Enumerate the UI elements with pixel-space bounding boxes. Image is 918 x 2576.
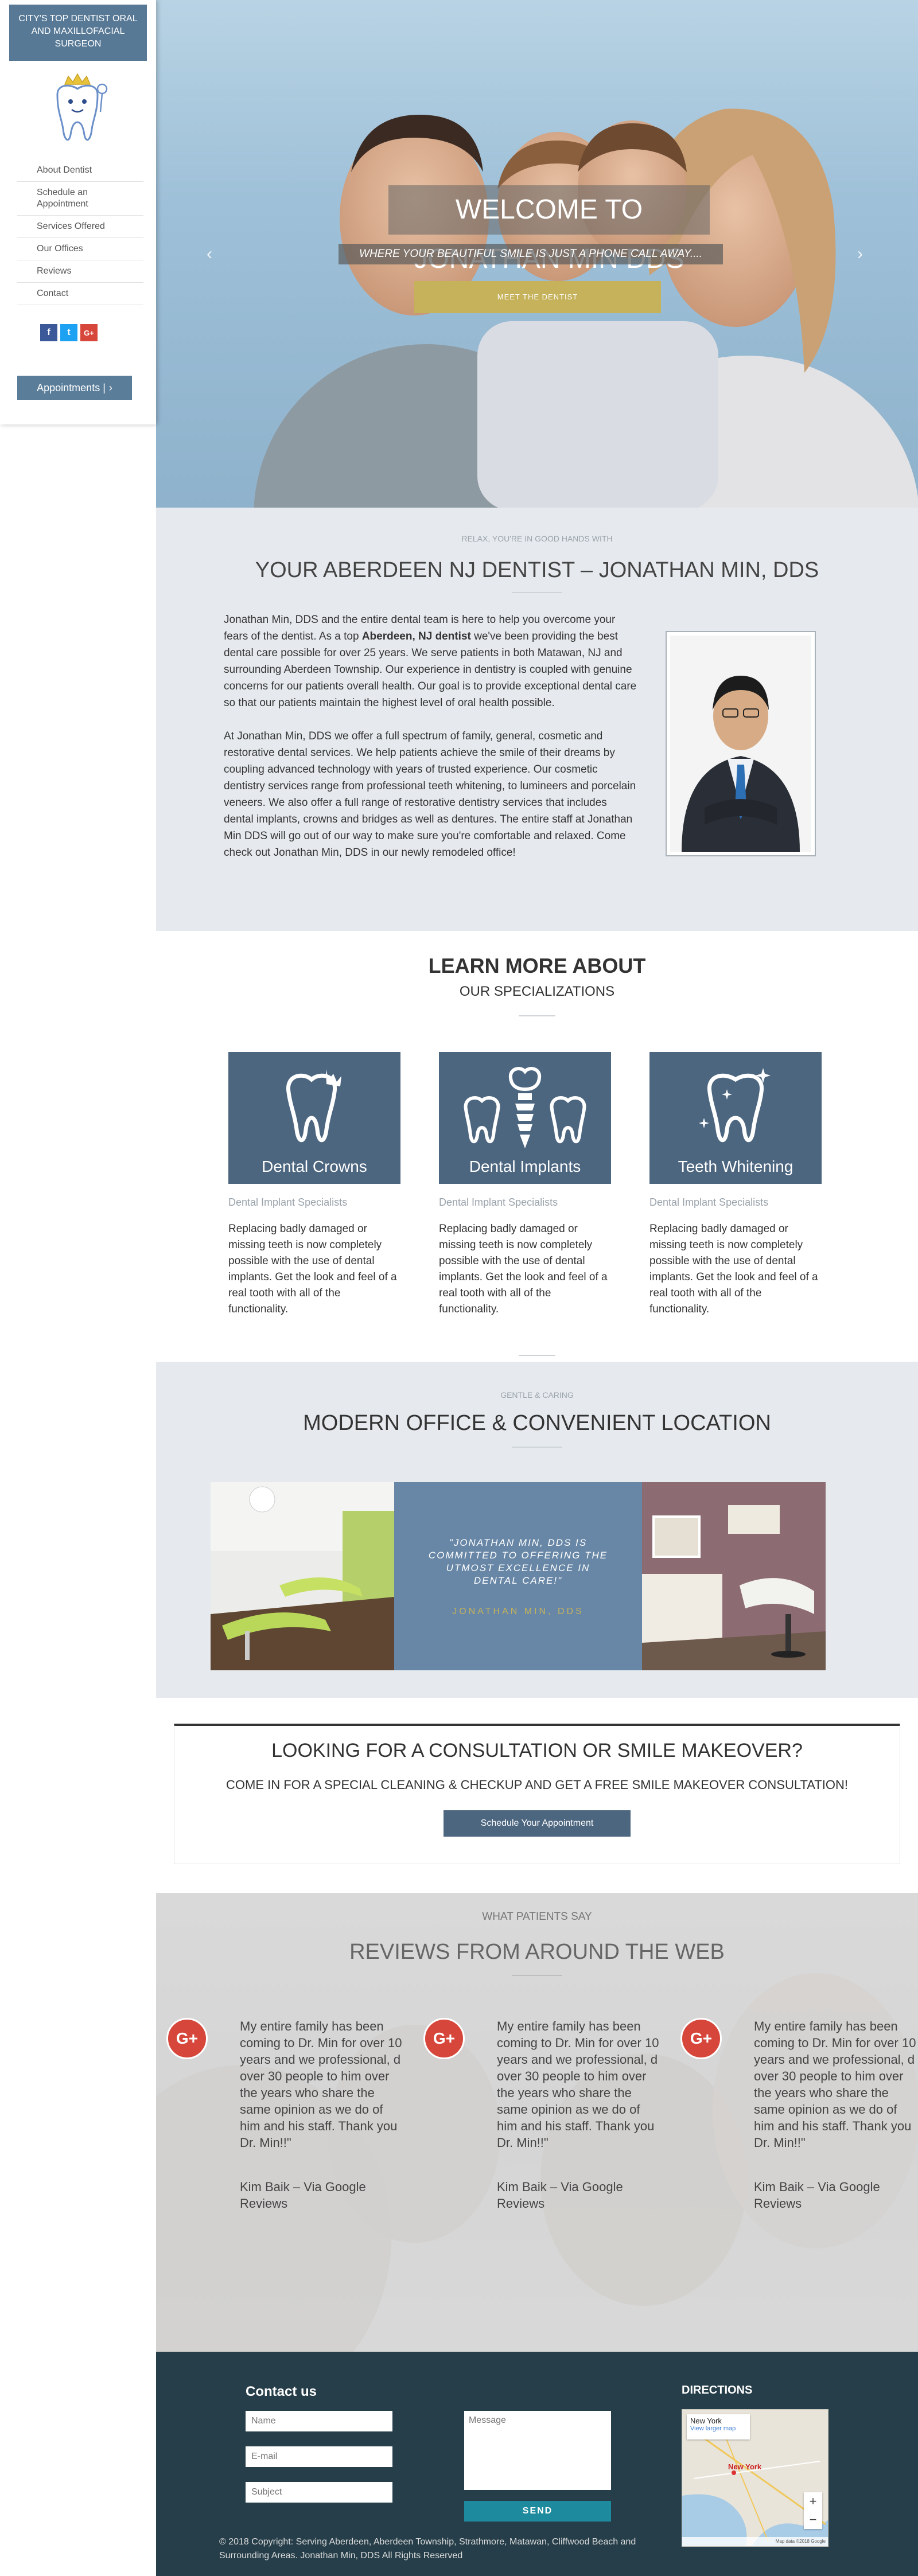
copyright: © 2018 Copyright: Serving Aberdeen, Aber… <box>219 2537 636 2561</box>
review-text: My entire family has been coming to Dr. … <box>754 2019 916 2150</box>
card-dental-crowns[interactable]: Dental Crowns Dental Implant Specialists… <box>228 1052 400 1318</box>
nav-item-about[interactable]: About Dentist <box>17 159 143 182</box>
hero-title: WELCOME TO JONATHAN MIN DDS <box>388 185 710 274</box>
nav-item-offices[interactable]: Our Offices <box>17 238 143 260</box>
card-teeth-whitening[interactable]: Teeth Whitening Dental Implant Specialis… <box>649 1052 822 1318</box>
reviews-section: WHAT PATIENTS SAY REVIEWS FROM AROUND TH… <box>156 1893 918 2352</box>
specializations-subtitle: OUR SPECIALIZATIONS <box>459 984 615 999</box>
map-city-label: New York <box>728 2462 762 2471</box>
nav-item-schedule[interactable]: Schedule an Appointment <box>17 182 143 216</box>
office-photo-right[interactable] <box>642 1482 826 1670</box>
sidebar-nav: About Dentist Schedule an Appointment Se… <box>17 159 143 305</box>
hero-prev-arrow[interactable]: ‹ <box>207 244 212 264</box>
directions-map[interactable]: New York View larger map New York + − Ma… <box>682 2409 828 2547</box>
divider <box>519 1355 555 1356</box>
office-title: MODERN OFFICE & CONVENIENT LOCATION <box>303 1411 771 1435</box>
map-credit: Map data ©2018 Google <box>682 2537 828 2546</box>
send-button[interactable]: SEND <box>464 2501 611 2522</box>
nav-item-reviews[interactable]: Reviews <box>17 260 143 283</box>
review-author: Kim Baik – Via Google Reviews <box>754 2180 880 2211</box>
card-dental-implants[interactable]: Dental Implants Dental Implant Specialis… <box>439 1052 611 1318</box>
card-kicker: Dental Implant Specialists <box>439 1197 558 1208</box>
map-place: New York <box>690 2417 722 2425</box>
card-text: Replacing badly damaged or missing teeth… <box>228 1223 397 1315</box>
about-paragraph-1: Jonathan Min, DDS and the entire dental … <box>224 611 637 711</box>
reviews-kicker: WHAT PATIENTS SAY <box>482 1911 592 1923</box>
card-text: Replacing badly damaged or missing teeth… <box>439 1223 608 1315</box>
hero-subtitle: WHERE YOUR BEAUTIFUL SMILE IS JUST A PHO… <box>339 244 723 264</box>
about-title: YOUR ABERDEEN NJ DENTIST – JONATHAN MIN,… <box>255 558 819 582</box>
card-image: Dental Crowns <box>228 1052 400 1184</box>
about-text-bold: Aberdeen, NJ dentist <box>361 630 471 642</box>
zoom-in-button[interactable]: + <box>810 2494 817 2509</box>
office-quote: "JONATHAN MIN, DDS IS COMMITTED TO OFFER… <box>428 1537 608 1586</box>
hero-slider: ‹ › WELCOME TO JONATHAN MIN DDS WHERE YO… <box>156 0 918 508</box>
specializations-title: LEARN MORE ABOUT <box>428 954 646 977</box>
office-section: GENTLE & CARING MODERN OFFICE & CONVENIE… <box>156 1362 918 1698</box>
review-author: Kim Baik – Via Google Reviews <box>240 2180 366 2211</box>
zoom-out-button[interactable]: − <box>810 2512 817 2527</box>
about-kicker: RELAX, YOU'RE IN GOOD HANDS WITH <box>461 534 613 543</box>
map-zoom-control: + − <box>804 2492 822 2529</box>
cta-title: LOOKING FOR A CONSULTATION OR SMILE MAKE… <box>271 1740 803 1761</box>
contact-title: Contact us <box>246 2384 317 2399</box>
appointments-label: Appointments | <box>37 381 106 393</box>
office-gallery: "JONATHAN MIN, DDS IS COMMITTED TO OFFER… <box>211 1482 826 1670</box>
sidebar: CITY'S TOP DENTIST ORAL AND MAXILLOFACIA… <box>0 0 156 424</box>
card-kicker: Dental Implant Specialists <box>649 1197 769 1208</box>
about-section: RELAX, YOU'RE IN GOOD HANDS WITH YOUR AB… <box>156 508 918 931</box>
review-author: Kim Baik – Via Google Reviews <box>497 2180 623 2211</box>
consultation-cta: LOOKING FOR A CONSULTATION OR SMILE MAKE… <box>174 1724 900 1864</box>
card-label: Dental Implants <box>469 1158 581 1175</box>
view-larger-map-link[interactable]: View larger map <box>690 2425 746 2432</box>
card-image: Dental Implants <box>439 1052 611 1184</box>
review-text: My entire family has been coming to Dr. … <box>240 2019 402 2150</box>
office-quote-author: JONATHAN MIN, DDS <box>452 1607 584 1616</box>
tooth-crown-icon <box>286 1069 341 1143</box>
chevron-right-icon: › <box>108 381 112 393</box>
card-text: Replacing badly damaged or missing teeth… <box>649 1223 818 1315</box>
tooth-implant-icon <box>464 1067 586 1148</box>
appointments-button[interactable]: Appointments | › <box>17 376 132 400</box>
review-text: My entire family has been coming to Dr. … <box>497 2019 659 2150</box>
google-plus-icon[interactable]: G+ <box>80 324 98 341</box>
twitter-icon[interactable]: t <box>60 324 77 341</box>
google-plus-icon[interactable]: G+ <box>166 2018 208 2059</box>
card-image: Teeth Whitening <box>649 1052 822 1184</box>
tooth-logo-icon[interactable] <box>43 72 112 149</box>
google-plus-icon[interactable]: G+ <box>423 2018 465 2059</box>
office-kicker: GENTLE & CARING <box>500 1390 574 1400</box>
office-quote-box: "JONATHAN MIN, DDS IS COMMITTED TO OFFER… <box>394 1482 642 1670</box>
card-kicker: Dental Implant Specialists <box>228 1197 348 1208</box>
divider <box>512 592 562 593</box>
hero-next-arrow[interactable]: › <box>857 244 863 264</box>
subject-field[interactable] <box>246 2482 392 2503</box>
google-plus-icon[interactable]: G+ <box>680 2018 722 2059</box>
card-label: Dental Crowns <box>262 1158 367 1175</box>
social-links: f t G+ <box>40 324 98 341</box>
about-paragraph-2: At Jonathan Min, DDS we offer a full spe… <box>224 730 636 859</box>
nav-item-services[interactable]: Services Offered <box>17 216 143 238</box>
office-photo-left[interactable] <box>211 1482 394 1670</box>
directions-title: DIRECTIONS <box>682 2384 753 2396</box>
divider <box>512 1447 562 1448</box>
facebook-icon[interactable]: f <box>40 324 57 341</box>
reviews-title: REVIEWS FROM AROUND THE WEB <box>349 1940 725 1964</box>
card-label: Teeth Whitening <box>678 1158 793 1175</box>
doctor-photo <box>666 631 816 856</box>
tooth-sparkle-icon <box>699 1068 771 1143</box>
schedule-appointment-button[interactable]: Schedule Your Appointment <box>444 1810 631 1837</box>
cta-subtitle: COME IN FOR A SPECIAL CLEANING & CHECKUP… <box>226 1778 848 1792</box>
map-info-card: New York View larger map <box>687 2414 750 2439</box>
meet-the-dentist-button[interactable]: MEET THE DENTIST <box>414 281 661 313</box>
footer: Contact us SEND DIRECTIONS New York View… <box>156 2352 918 2576</box>
nav-item-contact[interactable]: Contact <box>17 283 143 305</box>
name-field[interactable] <box>246 2411 392 2431</box>
email-field[interactable] <box>246 2446 392 2467</box>
divider <box>519 1015 555 1016</box>
message-field[interactable] <box>464 2411 611 2490</box>
brand-title[interactable]: CITY'S TOP DENTIST ORAL AND MAXILLOFACIA… <box>9 5 147 61</box>
about-text: Jonathan Min, DDS and the entire dental … <box>224 611 637 878</box>
divider <box>512 1975 562 1976</box>
